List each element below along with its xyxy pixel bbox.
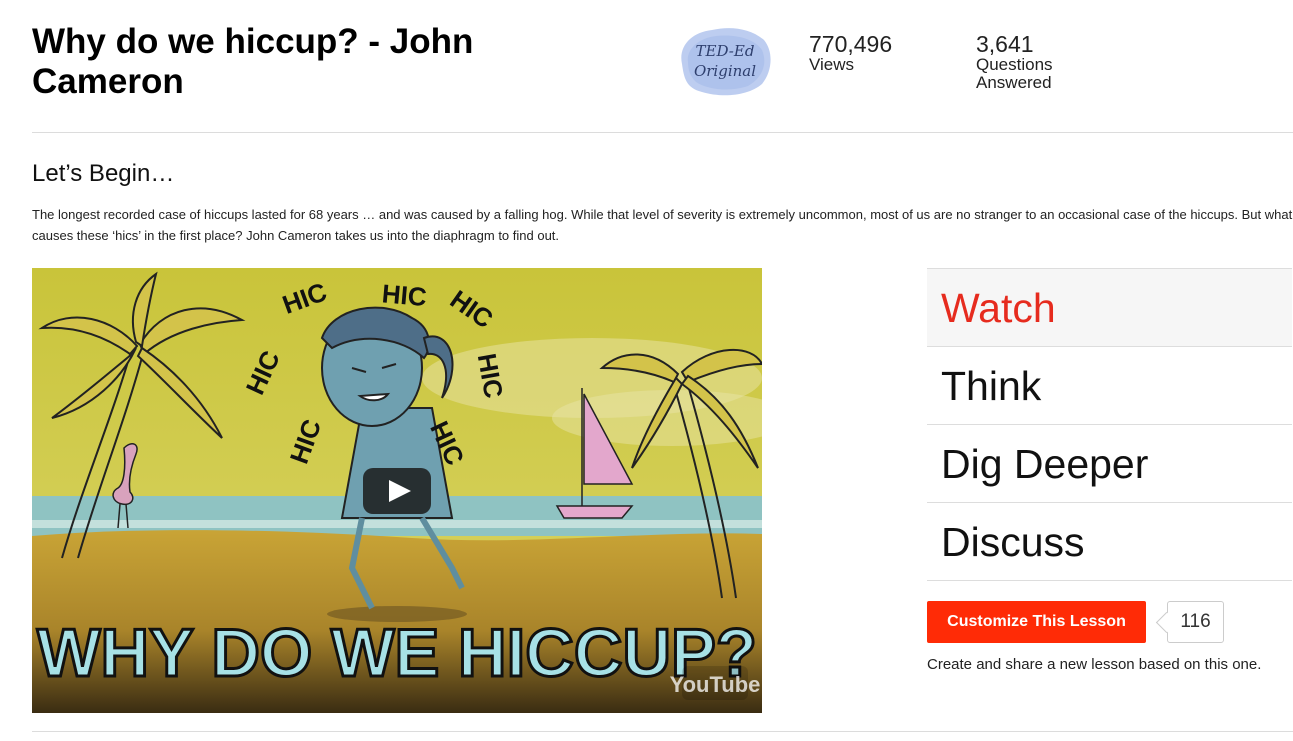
play-button[interactable] xyxy=(363,468,431,514)
hic-text: HIC xyxy=(381,278,428,312)
ted-ed-original-badge: TED-Ed Original xyxy=(681,28,771,96)
video-player[interactable]: HIC HIC HIC HIC HIC HIC HIC WHY DO WE HI… xyxy=(32,268,762,713)
tab-think[interactable]: Think xyxy=(927,347,1292,425)
lesson-title: Why do we hiccup? - John Cameron xyxy=(32,22,474,101)
tab-watch[interactable]: Watch xyxy=(927,269,1292,347)
views-stat: 770,496 Views xyxy=(809,32,892,74)
customize-count-badge: 116 xyxy=(1167,601,1224,643)
tab-dig-deeper[interactable]: Dig Deeper xyxy=(927,425,1292,503)
views-count: 770,496 xyxy=(809,31,893,57)
views-label: Views xyxy=(809,55,855,74)
youtube-logo[interactable]: YouTube xyxy=(670,666,761,700)
header-divider xyxy=(32,132,1293,133)
badge-line1: TED-Ed xyxy=(696,42,755,60)
video-title-art: WHY DO WE HICCUP? xyxy=(37,615,757,691)
questions-stat: 3,641 Questions Answered xyxy=(976,32,1053,92)
customize-lesson-button[interactable]: Customize This Lesson xyxy=(927,601,1146,643)
video-thumbnail[interactable]: HIC HIC HIC HIC HIC HIC HIC WHY DO WE HI… xyxy=(32,268,762,713)
customize-count: 116 xyxy=(1180,611,1211,632)
questions-count: 3,641 xyxy=(976,31,1034,57)
lesson-nav: Watch Think Dig Deeper Discuss xyxy=(927,268,1292,581)
questions-label-line2: Answered xyxy=(976,73,1052,92)
footer-divider xyxy=(32,731,1293,732)
lesson-description: The longest recorded case of hiccups las… xyxy=(32,207,1293,243)
tab-discuss[interactable]: Discuss xyxy=(927,503,1292,581)
questions-label-line1: Questions xyxy=(976,55,1053,74)
svg-text:YouTube: YouTube xyxy=(670,672,761,697)
section-heading: Let’s Begin… xyxy=(32,160,175,187)
badge-line2: Original xyxy=(694,62,756,80)
customize-note: Create and share a new lesson based on t… xyxy=(927,656,1262,673)
